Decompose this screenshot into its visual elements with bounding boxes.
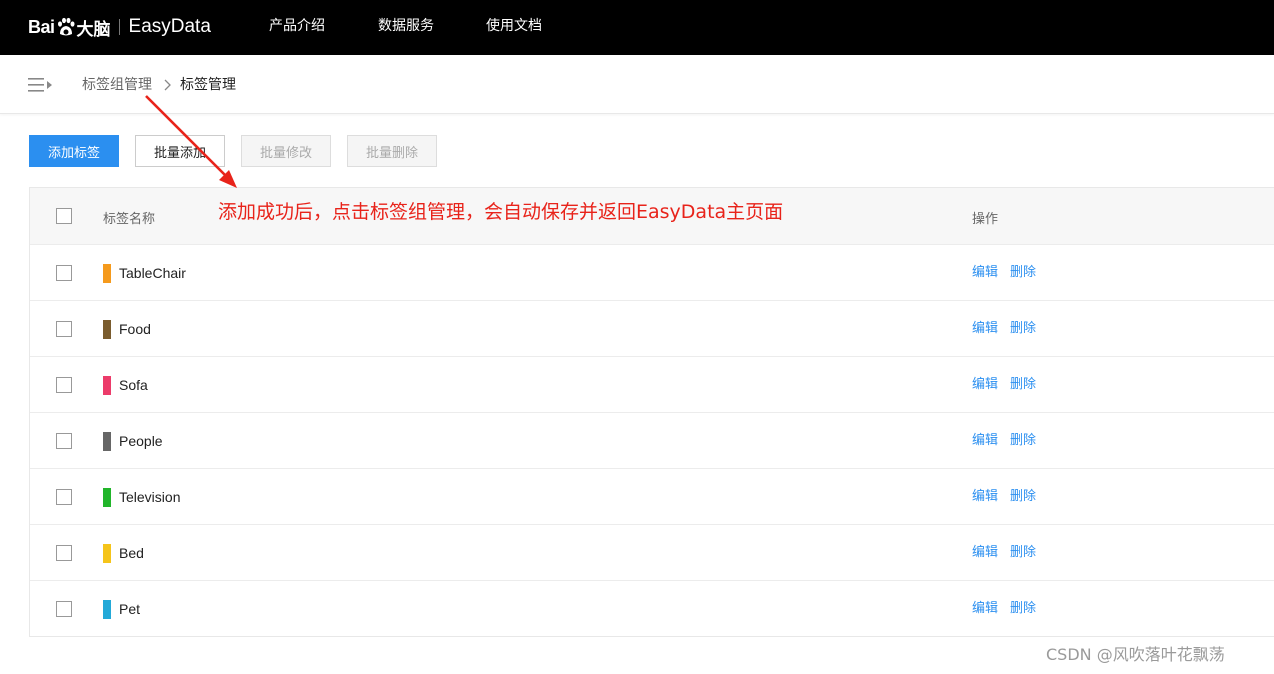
annotation-text: 添加成功后，点击标签组管理，会自动保存并返回EasyData主页面	[218, 201, 784, 223]
edit-link[interactable]: 编辑	[972, 265, 998, 281]
edit-link[interactable]: 编辑	[972, 545, 998, 561]
delete-link[interactable]: 删除	[1010, 545, 1036, 561]
row-checkbox[interactable]	[56, 265, 72, 281]
menu-toggle-icon[interactable]	[28, 76, 54, 94]
tag-color-swatch	[103, 432, 111, 451]
tag-name: Television	[119, 489, 181, 505]
logo-du-text: 大脑	[76, 19, 111, 40]
edit-link[interactable]: 编辑	[972, 377, 998, 393]
chevron-right-icon	[164, 79, 171, 91]
table-row: People 编辑 删除	[30, 413, 1274, 469]
add-tag-button[interactable]: 添加标签	[29, 135, 119, 167]
edit-link[interactable]: 编辑	[972, 601, 998, 617]
tag-color-swatch	[103, 600, 111, 619]
row-checkbox[interactable]	[56, 377, 72, 393]
tag-color-swatch	[103, 376, 111, 395]
nav-item-docs[interactable]: 使用文档	[486, 0, 542, 50]
row-checkbox[interactable]	[56, 601, 72, 617]
batch-delete-button[interactable]: 批量删除	[347, 135, 437, 167]
nav-item-data-service[interactable]: 数据服务	[378, 0, 434, 50]
csdn-watermark: CSDN @风吹落叶花飘荡	[1046, 645, 1225, 664]
baidu-brain-logo[interactable]: Bai 大脑 EasyData	[28, 10, 211, 44]
table-row: Food 编辑 删除	[30, 301, 1274, 357]
tag-name: Pet	[119, 601, 141, 617]
nav-item-product-intro[interactable]: 产品介绍	[269, 0, 325, 50]
column-header-tag-name: 标签名称	[103, 212, 156, 227]
delete-link[interactable]: 删除	[1010, 433, 1036, 449]
table-row: Bed 编辑 删除	[30, 525, 1274, 581]
table-row: Television 编辑 删除	[30, 469, 1274, 525]
paw-icon	[57, 17, 75, 36]
tag-color-swatch	[103, 488, 111, 507]
row-checkbox[interactable]	[56, 545, 72, 561]
top-navigation-bar: Bai 大脑 EasyData 产品介绍 数据服务 使用文档	[0, 0, 1274, 55]
tag-name: People	[119, 433, 163, 449]
edit-link[interactable]: 编辑	[972, 433, 998, 449]
tag-color-swatch	[103, 320, 111, 339]
tag-color-swatch	[103, 544, 111, 563]
table-row: TableChair 编辑 删除	[30, 245, 1274, 301]
product-name: EasyData	[128, 16, 211, 37]
row-checkbox[interactable]	[56, 433, 72, 449]
table-row: Sofa 编辑 删除	[30, 357, 1274, 413]
row-checkbox[interactable]	[56, 321, 72, 337]
column-header-actions: 操作	[972, 212, 999, 227]
delete-link[interactable]: 删除	[1010, 321, 1036, 337]
tag-color-swatch	[103, 264, 111, 283]
tag-name: Food	[119, 321, 151, 337]
tag-name: TableChair	[119, 265, 186, 281]
logo-divider	[118, 19, 120, 35]
edit-link[interactable]: 编辑	[972, 489, 998, 505]
batch-edit-button[interactable]: 批量修改	[241, 135, 331, 167]
table-row: Pet 编辑 删除	[30, 581, 1274, 637]
select-all-checkbox[interactable]	[56, 208, 72, 224]
delete-link[interactable]: 删除	[1010, 489, 1036, 505]
edit-link[interactable]: 编辑	[972, 321, 998, 337]
tag-name: Sofa	[119, 377, 148, 393]
delete-link[interactable]: 删除	[1010, 601, 1036, 617]
logo-bai-text: Bai	[28, 16, 55, 37]
tag-table: 标签名称 操作 TableChair 编辑 删除 Food 编辑 删除 Sofa…	[29, 187, 1274, 637]
delete-link[interactable]: 删除	[1010, 377, 1036, 393]
annotation-arrow-icon	[145, 95, 237, 188]
delete-link[interactable]: 删除	[1010, 265, 1036, 281]
row-checkbox[interactable]	[56, 489, 72, 505]
tag-name: Bed	[119, 545, 144, 561]
